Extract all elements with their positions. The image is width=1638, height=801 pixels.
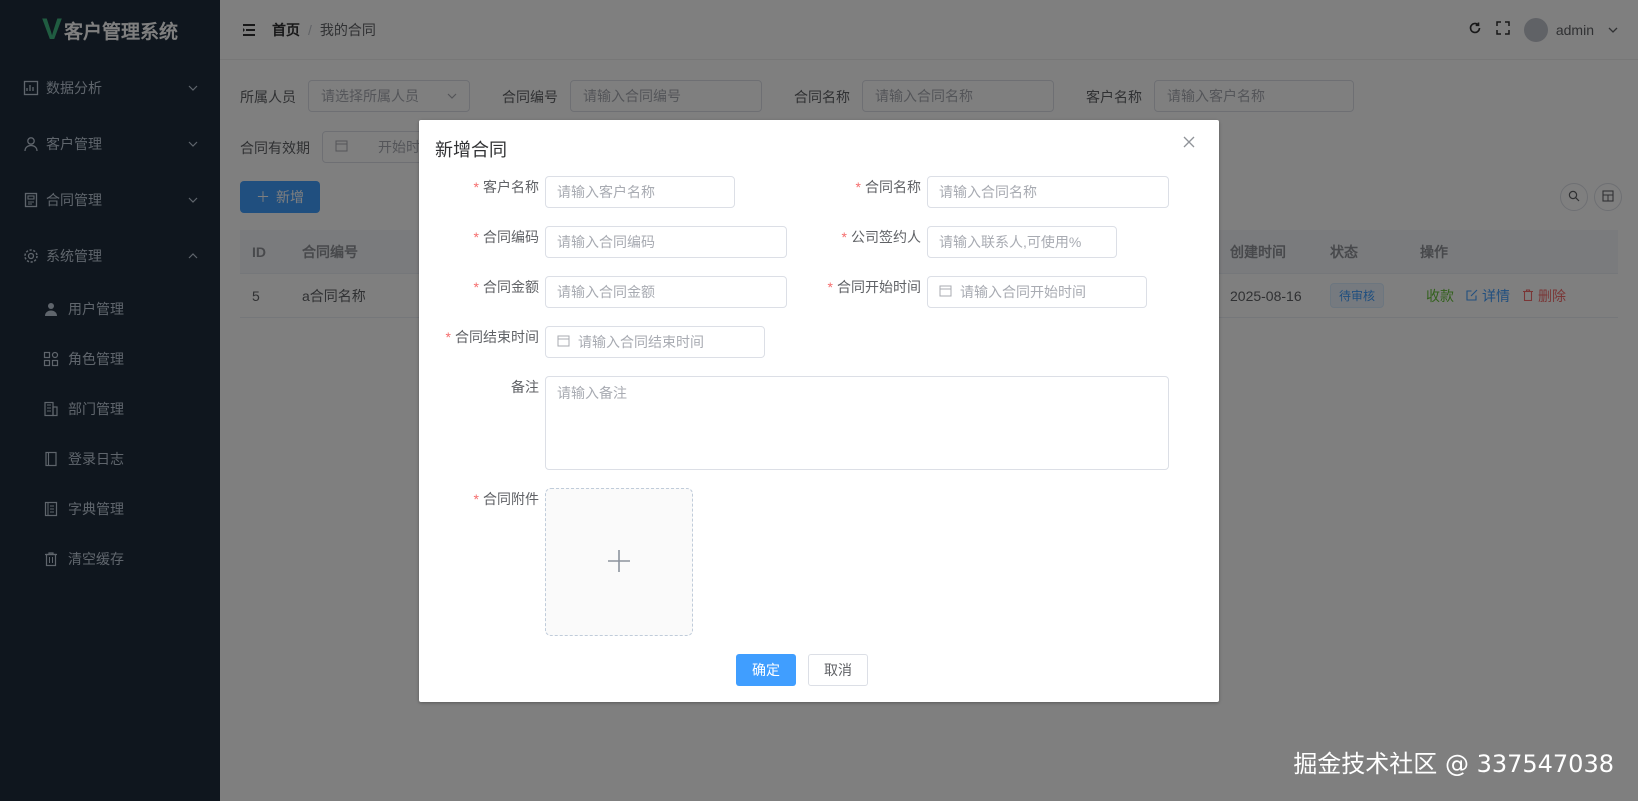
signer-input[interactable]: 请输入联系人,可使用% [927,226,1117,258]
required-mark: * [855,179,861,195]
end-time-label: * 合同结束时间 [446,327,539,347]
required-mark: * [473,491,479,507]
customer-name-input[interactable]: 请输入客户名称 [545,176,735,208]
contract-code-label-text: 合同编码 [483,229,539,245]
start-time-picker[interactable]: 请输入合同开始时间 [927,276,1147,308]
contract-code-label: * 合同编码 [474,227,539,247]
required-mark: * [473,279,479,295]
contract-name-placeholder: 请输入合同名称 [939,184,1037,200]
amount-input[interactable]: 请输入合同金额 [545,276,787,308]
required-mark: * [473,229,479,245]
contract-code-input[interactable]: 请输入合同编码 [545,226,787,258]
contract-name-label-text: 合同名称 [865,179,921,195]
signer-placeholder: 请输入联系人,可使用% [939,234,1082,250]
signer-label: * 公司签约人 [842,227,921,247]
contract-name-label: * 合同名称 [856,177,921,197]
customer-name-label-text: 客户名称 [483,179,539,195]
required-mark: * [841,229,847,245]
calendar-icon [557,334,570,350]
end-time-placeholder: 请输入合同结束时间 [578,334,704,350]
amount-label: * 合同金额 [474,277,539,297]
customer-name-placeholder: 请输入客户名称 [557,184,655,200]
add-contract-dialog: 新增合同 * 客户名称 请输入客户名称 * 合同名称 请输入合同名称 * 合同编码 请… [419,120,1219,702]
cancel-button[interactable]: 取消 [808,654,868,686]
contract-name-input[interactable]: 请输入合同名称 [927,176,1169,208]
start-time-placeholder: 请输入合同开始时间 [960,284,1086,300]
start-time-label-text: 合同开始时间 [837,279,921,295]
start-time-label: * 合同开始时间 [828,277,921,297]
contract-code-placeholder: 请输入合同编码 [557,234,655,250]
required-mark: * [827,279,833,295]
remark-textarea[interactable]: 请输入备注 [545,376,1169,470]
amount-placeholder: 请输入合同金额 [557,284,655,300]
attachment-label: * 合同附件 [474,489,539,509]
amount-label-text: 合同金额 [483,279,539,295]
signer-label-text: 公司签约人 [851,229,921,245]
remark-placeholder: 请输入备注 [557,385,627,401]
required-mark: * [445,329,451,345]
calendar-icon [939,284,952,300]
watermark: 掘金技术社区 @ 337547038 [1293,750,1614,778]
end-time-picker[interactable]: 请输入合同结束时间 [545,326,765,358]
plus-icon [606,548,632,577]
remark-label: 备注 [511,379,539,395]
customer-name-label: * 客户名称 [474,177,539,197]
attachment-label-text: 合同附件 [483,491,539,507]
confirm-button[interactable]: 确定 [736,654,796,686]
required-mark: * [473,179,479,195]
attachment-upload[interactable] [545,488,693,636]
end-time-label-text: 合同结束时间 [455,329,539,345]
close-icon[interactable] [1181,134,1197,150]
dialog-title: 新增合同 [435,140,507,160]
